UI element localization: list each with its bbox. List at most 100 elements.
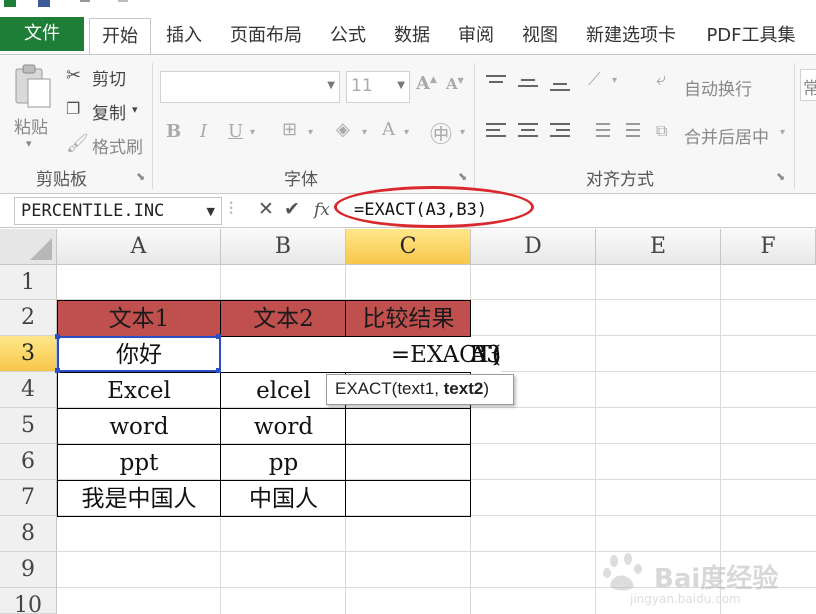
- column-header-d[interactable]: D: [471, 229, 596, 265]
- underline-icon[interactable]: U: [228, 121, 243, 142]
- range-handle[interactable]: [55, 334, 60, 339]
- tab-pdf[interactable]: PDF工具集: [702, 18, 800, 54]
- align-middle-icon[interactable]: [518, 75, 538, 93]
- row-header-9[interactable]: 9: [0, 552, 57, 588]
- column-header-f[interactable]: F: [721, 229, 816, 265]
- cell-a2[interactable]: 文本1: [57, 300, 221, 336]
- cell-b6[interactable]: pp: [221, 444, 346, 480]
- paste-icon[interactable]: [12, 63, 54, 109]
- shrink-font-icon[interactable]: A▼: [446, 75, 464, 93]
- align-bottom-icon[interactable]: [550, 75, 570, 93]
- orientation-dropdown-icon[interactable]: ▾: [612, 75, 617, 86]
- tab-insert[interactable]: 插入: [164, 18, 204, 54]
- column-header-e[interactable]: E: [596, 229, 721, 265]
- grow-font-icon[interactable]: A▲: [416, 73, 437, 94]
- align-left-icon[interactable]: [486, 123, 506, 141]
- number-format-select[interactable]: 常: [800, 69, 816, 101]
- cell-c3-editor[interactable]: =EXACT(A3, B3): [221, 336, 501, 372]
- phonetic-dropdown-icon[interactable]: ▾: [460, 127, 465, 138]
- undo-icon[interactable]: [80, 0, 90, 7]
- decrease-indent-icon[interactable]: [590, 123, 610, 141]
- align-center-icon[interactable]: [518, 123, 538, 141]
- cell-b7[interactable]: 中国人: [221, 480, 346, 516]
- row-header-8[interactable]: 8: [0, 516, 57, 552]
- column-header-a[interactable]: A: [57, 229, 221, 265]
- bold-icon[interactable]: B: [166, 121, 181, 142]
- insert-function-icon[interactable]: fx: [314, 200, 330, 220]
- align-top-icon[interactable]: [486, 75, 506, 93]
- orientation-icon[interactable]: ⟋: [588, 69, 601, 90]
- font-color-dropdown-icon[interactable]: ▾: [404, 127, 409, 138]
- scissors-icon[interactable]: ✂: [66, 65, 81, 86]
- cell-a5[interactable]: word: [57, 408, 221, 444]
- tooltip-current-arg[interactable]: text2: [444, 379, 484, 398]
- cell-a7[interactable]: 我是中国人: [57, 480, 221, 516]
- font-name-select[interactable]: ▼: [160, 71, 340, 103]
- tab-file[interactable]: 文件: [0, 17, 84, 51]
- redo-icon[interactable]: [118, 0, 128, 7]
- enter-icon[interactable]: ✔: [284, 198, 300, 220]
- chevron-down-icon[interactable]: ▼: [207, 205, 215, 218]
- column-header-b[interactable]: B: [221, 229, 346, 265]
- tab-home[interactable]: 开始: [89, 18, 151, 55]
- excel-app-icon[interactable]: [4, 0, 16, 7]
- row-header-6[interactable]: 6: [0, 444, 57, 480]
- cell-b2[interactable]: 文本2: [221, 300, 346, 336]
- function-tooltip[interactable]: EXACT(text1, text2): [326, 374, 514, 405]
- alignment-launcher-icon[interactable]: ⬊: [776, 170, 785, 183]
- row-header-10[interactable]: 10: [0, 588, 57, 614]
- tab-formulas[interactable]: 公式: [328, 18, 368, 54]
- row-header-2[interactable]: 2: [0, 300, 57, 336]
- cell-c2[interactable]: 比较结果: [346, 300, 471, 336]
- range-handle[interactable]: [216, 368, 221, 373]
- italic-icon[interactable]: I: [200, 121, 207, 142]
- font-launcher-icon[interactable]: ⬊: [458, 170, 467, 183]
- tab-new[interactable]: 新建选项卡: [584, 18, 678, 54]
- select-all-button[interactable]: [0, 229, 57, 265]
- font-color-icon[interactable]: A: [382, 119, 395, 140]
- cancel-icon[interactable]: ✕: [258, 198, 274, 220]
- save-icon[interactable]: [38, 0, 50, 7]
- row-header-4[interactable]: 4: [0, 372, 57, 408]
- column-header-c[interactable]: C: [346, 229, 471, 265]
- cut-label[interactable]: 剪切: [92, 65, 126, 90]
- cell-b5[interactable]: word: [221, 408, 346, 444]
- border-dropdown-icon[interactable]: ▾: [308, 127, 313, 138]
- copy-icon[interactable]: ❐: [66, 99, 80, 118]
- paste-dropdown-icon[interactable]: ▾: [26, 137, 32, 150]
- range-handle[interactable]: [55, 368, 60, 373]
- merge-center-label[interactable]: 合并后居中: [684, 123, 769, 148]
- group-separator: [794, 63, 795, 189]
- wrap-text-icon[interactable]: ⤶: [656, 69, 666, 90]
- fill-color-icon[interactable]: ◈: [336, 119, 350, 140]
- clipboard-launcher-icon[interactable]: ⬊: [136, 170, 145, 183]
- format-painter-icon[interactable]: 🖌: [66, 133, 89, 154]
- tab-review[interactable]: 审阅: [456, 18, 496, 54]
- row-header-3[interactable]: 3: [0, 336, 57, 372]
- tab-data[interactable]: 数据: [392, 18, 432, 54]
- tab-view[interactable]: 视图: [520, 18, 560, 54]
- paste-label[interactable]: 粘贴: [14, 113, 48, 138]
- phonetic-icon[interactable]: ㊥: [430, 117, 452, 149]
- cell-a4[interactable]: Excel: [57, 372, 221, 408]
- row-header-5[interactable]: 5: [0, 408, 57, 444]
- font-size-select[interactable]: 11 ▼: [346, 71, 410, 103]
- merge-dropdown-icon[interactable]: ▾: [780, 127, 785, 138]
- merge-center-icon[interactable]: ⧉: [656, 121, 667, 141]
- copy-label[interactable]: 复制: [92, 99, 126, 124]
- row-header-7[interactable]: 7: [0, 480, 57, 516]
- wrap-text-label[interactable]: 自动换行: [684, 75, 752, 100]
- align-right-icon[interactable]: [550, 123, 570, 141]
- name-box[interactable]: PERCENTILE.INC ▼: [14, 197, 222, 225]
- tab-page-layout[interactable]: 页面布局: [228, 18, 304, 54]
- row-header-1[interactable]: 1: [0, 265, 57, 300]
- border-icon[interactable]: ⊞: [282, 119, 297, 140]
- copy-dropdown-icon[interactable]: ▾: [132, 103, 138, 116]
- watermark-url: jingyan.baidu.com: [630, 592, 741, 606]
- increase-indent-icon[interactable]: [620, 123, 640, 141]
- fill-dropdown-icon[interactable]: ▾: [362, 127, 367, 138]
- cell-a6[interactable]: ppt: [57, 444, 221, 480]
- underline-dropdown-icon[interactable]: ▾: [250, 127, 255, 138]
- range-handle[interactable]: [216, 334, 221, 339]
- format-painter-label[interactable]: 格式刷: [92, 133, 143, 158]
